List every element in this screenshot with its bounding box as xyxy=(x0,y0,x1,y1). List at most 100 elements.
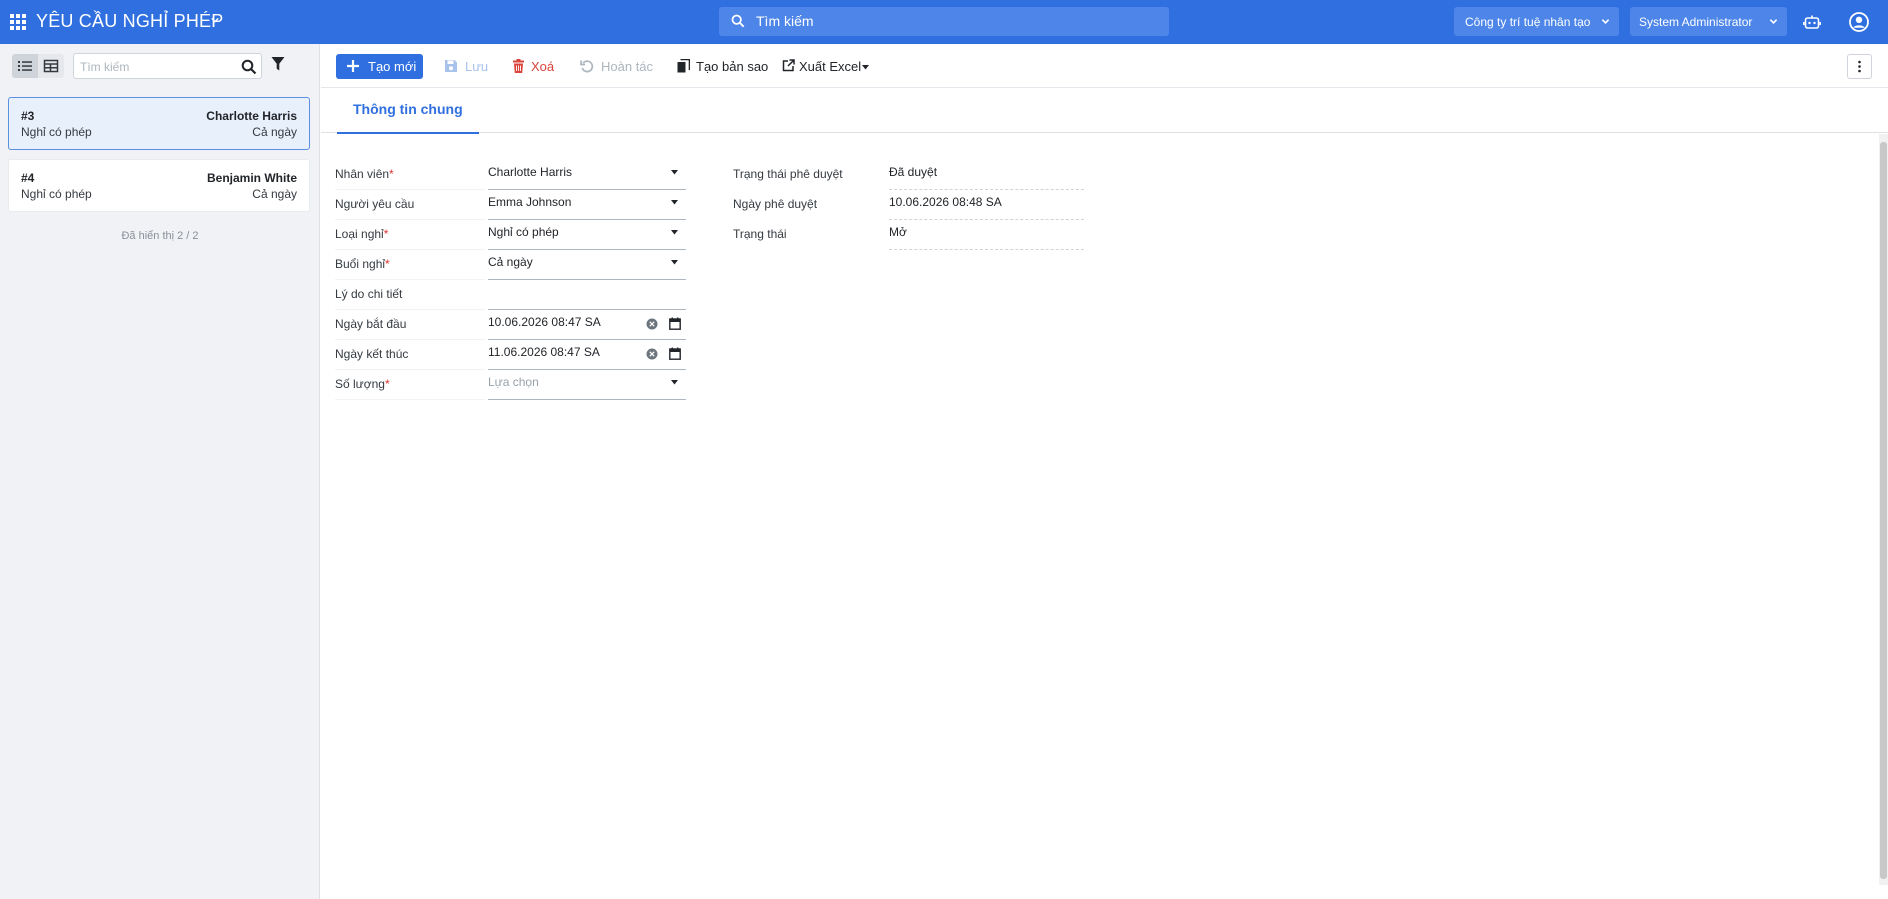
field-approval-status: Trạng thái phê duyệt Đã duyệt xyxy=(733,160,1093,190)
field-label: Người yêu cầu xyxy=(335,190,485,220)
record-card[interactable]: #3 Charlotte Harris Nghỉ có phép Cả ngày xyxy=(8,97,310,150)
more-options-button[interactable] xyxy=(1847,54,1872,79)
table-view-button[interactable] xyxy=(38,54,64,78)
field-label: Ngày phê duyệt xyxy=(733,190,883,220)
start-date-input[interactable]: 10.06.2026 08:47 SA xyxy=(488,310,686,340)
search-icon[interactable] xyxy=(241,59,257,75)
records-shown-count: Đã hiển thị 2 / 2 xyxy=(121,230,199,242)
quantity-select[interactable]: Lựa chọn xyxy=(488,370,686,400)
requester-select[interactable]: Emma Johnson xyxy=(488,190,686,220)
record-employee: Benjamin White xyxy=(206,171,297,185)
create-new-button[interactable]: Tạo mới xyxy=(336,54,423,79)
filter-icon[interactable] xyxy=(271,56,285,72)
save-button[interactable]: Lưu xyxy=(438,54,498,79)
chevron-down-icon xyxy=(1601,19,1610,24)
undo-button[interactable]: Hoàn tác xyxy=(575,54,665,79)
field-label: Buổi nghỉ* xyxy=(335,250,485,280)
end-date-input[interactable]: 11.06.2026 08:47 SA xyxy=(488,340,686,370)
undo-label: Hoàn tác xyxy=(601,59,654,74)
delete-button[interactable]: Xoá xyxy=(506,54,566,79)
chevron-down-icon[interactable] xyxy=(211,16,219,24)
company-switcher[interactable]: Công ty trí tuệ nhân tạo xyxy=(1454,7,1619,36)
field-label-text: Số lượng xyxy=(335,377,385,391)
field-label: Loại nghỉ* xyxy=(335,220,485,250)
record-number: #4 xyxy=(21,171,35,185)
scrollbar-thumb[interactable] xyxy=(1880,142,1887,879)
user-menu[interactable]: System Administrator xyxy=(1630,7,1787,36)
tab-general-info[interactable]: Thông tin chung xyxy=(337,88,479,134)
plus-icon xyxy=(347,60,359,72)
calendar-icon[interactable] xyxy=(669,317,681,330)
field-end-date: Ngày kết thúc 11.06.2026 08:47 SA xyxy=(335,340,695,370)
app-title[interactable]: YÊU CẦU NGHỈ PHÉP xyxy=(36,11,223,32)
required-marker: * xyxy=(383,227,389,241)
record-leave-type: Nghỉ có phép xyxy=(21,125,92,139)
field-label: Lý do chi tiết xyxy=(335,280,485,310)
record-leave-type: Nghỉ có phép xyxy=(21,187,92,201)
field-label: Ngày kết thúc xyxy=(335,340,485,370)
session-select[interactable]: Cả ngày xyxy=(488,250,686,280)
duplicate-button[interactable]: Tạo bản sao xyxy=(672,54,772,79)
apps-grid-icon[interactable] xyxy=(10,14,26,30)
record-number: #3 xyxy=(21,109,35,123)
field-label: Ngày bắt đầu xyxy=(335,310,485,340)
caret-down-icon xyxy=(671,380,678,385)
chevron-down-icon xyxy=(1769,19,1778,24)
record-session: Cả ngày xyxy=(252,125,297,139)
global-search-placeholder: Tìm kiếm xyxy=(756,13,814,29)
view-toggle xyxy=(12,54,64,78)
reason-input[interactable] xyxy=(488,280,686,310)
export-excel-button[interactable]: Xuất Excel xyxy=(780,54,880,79)
field-value: 10.06.2026 08:48 SA xyxy=(889,195,1002,209)
undo-icon xyxy=(580,60,594,73)
field-status: Trạng thái Mở xyxy=(733,220,1093,250)
create-new-label: Tạo mới xyxy=(368,59,417,74)
field-label-text: Ngày kết thúc xyxy=(335,347,409,361)
caret-down-icon xyxy=(671,260,678,265)
field-session: Buổi nghỉ* Cả ngày xyxy=(335,250,695,280)
required-marker: * xyxy=(389,167,394,181)
field-label: Số lượng* xyxy=(335,370,485,400)
clear-icon[interactable] xyxy=(646,318,658,330)
caret-down-icon xyxy=(671,230,678,235)
required-marker: * xyxy=(385,257,390,271)
tab-label: Thông tin chung xyxy=(353,101,463,117)
company-name: Công ty trí tuệ nhân tạo xyxy=(1465,15,1591,29)
user-avatar-icon[interactable] xyxy=(1849,12,1869,32)
table-icon xyxy=(43,59,59,73)
robot-icon[interactable] xyxy=(1803,13,1821,31)
user-name: System Administrator xyxy=(1639,15,1753,29)
field-label-text: Trạng thái xyxy=(733,227,787,241)
field-requester: Người yêu cầu Emma Johnson xyxy=(335,190,695,220)
field-approval-date: Ngày phê duyệt 10.06.2026 08:48 SA xyxy=(733,190,1093,220)
list-icon xyxy=(18,61,32,71)
leave-type-select[interactable]: Nghỉ có phép xyxy=(488,220,686,250)
form-scrollbar[interactable] xyxy=(1879,134,1888,885)
record-search-input[interactable]: Tìm kiếm xyxy=(73,53,262,79)
field-leave-type: Loại nghỉ* Nghỉ có phép xyxy=(335,220,695,250)
global-search-input[interactable]: Tìm kiếm xyxy=(719,7,1169,36)
floppy-disk-icon xyxy=(445,60,457,72)
vertical-ellipsis-icon xyxy=(1858,60,1861,73)
field-label-text: Ngày phê duyệt xyxy=(733,197,818,211)
list-view-button[interactable] xyxy=(12,54,38,78)
field-value: Đã duyệt xyxy=(889,165,938,179)
calendar-icon[interactable] xyxy=(669,347,681,360)
record-card[interactable]: #4 Benjamin White Nghỉ có phép Cả ngày xyxy=(8,159,310,212)
top-navbar: YÊU CẦU NGHỈ PHÉP Tìm kiếm Công ty trí t… xyxy=(0,0,1888,44)
clear-icon[interactable] xyxy=(646,348,658,360)
field-label: Trạng thái phê duyệt xyxy=(733,160,883,190)
field-quantity: Số lượng* Lựa chọn xyxy=(335,370,695,400)
form-tabs: Thông tin chung xyxy=(321,88,1888,134)
approval-date-value: 10.06.2026 08:48 SA xyxy=(889,190,1084,220)
trash-icon xyxy=(513,59,524,73)
field-placeholder: Lựa chọn xyxy=(488,375,539,389)
caret-down-icon xyxy=(671,200,678,205)
external-link-icon xyxy=(782,59,795,72)
field-label-text: Lý do chi tiết xyxy=(335,287,403,301)
caret-down-icon xyxy=(671,170,678,175)
approval-status-value: Đã duyệt xyxy=(889,160,1084,190)
field-start-date: Ngày bắt đầu 10.06.2026 08:47 SA xyxy=(335,310,695,340)
status-value: Mở xyxy=(889,220,1084,250)
employee-select[interactable]: Charlotte Harris xyxy=(488,160,686,190)
